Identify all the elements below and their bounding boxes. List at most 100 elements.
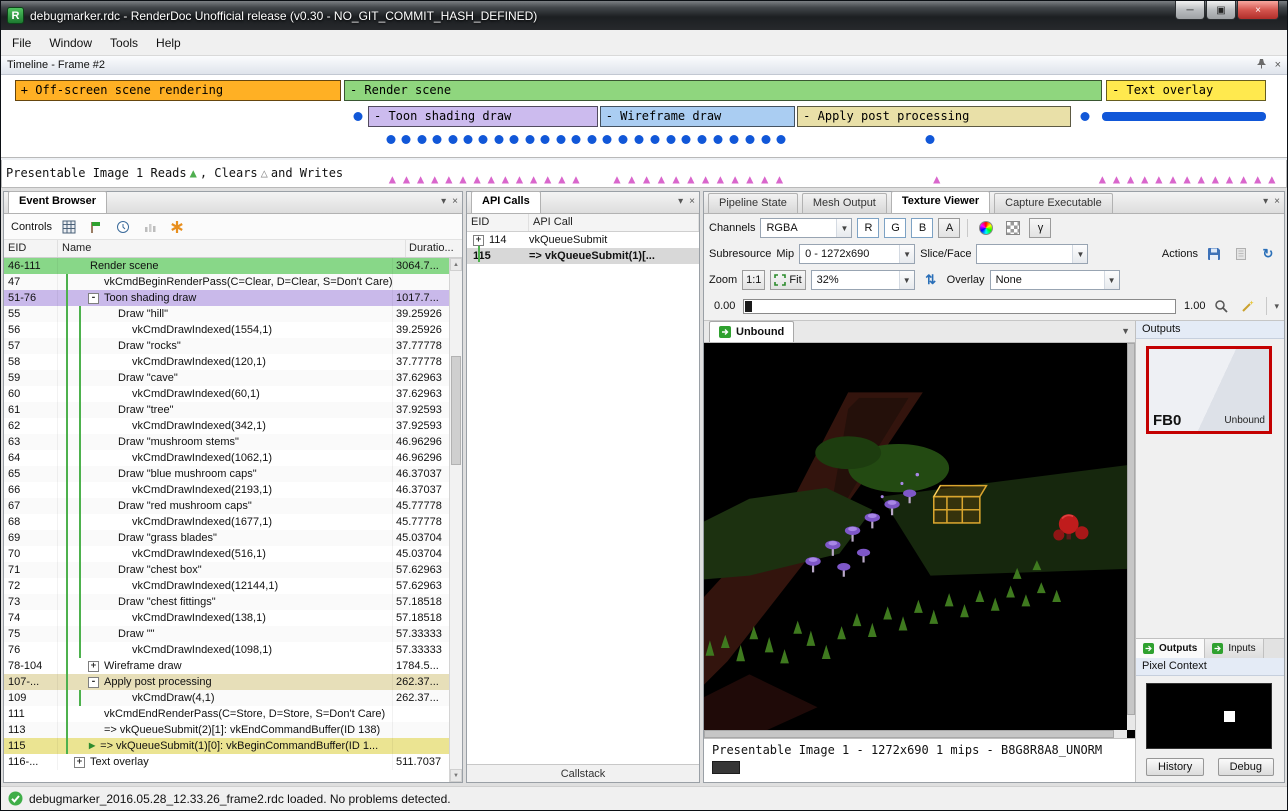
pixel-context-view[interactable] bbox=[1146, 683, 1272, 749]
event-row[interactable]: 107-...-Apply post processing262.37... bbox=[4, 674, 449, 690]
event-row[interactable]: 115▶=> vkQueueSubmit(1)[0]: vkBeginComma… bbox=[4, 738, 449, 754]
minimize-button[interactable]: ─ bbox=[1175, 1, 1205, 20]
write-marker-icon[interactable]: ▲ bbox=[1141, 172, 1148, 186]
event-row[interactable]: 71Draw "chest box"57.62963 bbox=[4, 562, 449, 578]
drawcall-dot[interactable] bbox=[448, 135, 457, 144]
drawcall-span[interactable] bbox=[1102, 112, 1265, 121]
tab-pipeline-state[interactable]: Pipeline State bbox=[708, 193, 798, 213]
write-marker-icon[interactable]: ▲ bbox=[544, 172, 551, 186]
write-marker-icon[interactable]: ▲ bbox=[417, 172, 424, 186]
texture-viewport[interactable] bbox=[704, 343, 1135, 738]
write-marker-icon[interactable]: ▲ bbox=[776, 172, 783, 186]
write-marker-icon[interactable]: ▲ bbox=[445, 172, 452, 186]
fb0-thumbnail[interactable]: FB0 Unbound bbox=[1146, 346, 1272, 434]
write-marker-icon[interactable]: ▲ bbox=[1184, 172, 1191, 186]
event-row[interactable]: 111vkCmdEndRenderPass(C=Store, D=Store, … bbox=[4, 706, 449, 722]
timeline-bar[interactable]: - Apply post processing bbox=[797, 106, 1070, 127]
time-draws-icon[interactable] bbox=[113, 217, 133, 237]
jump-to-event-icon[interactable] bbox=[86, 217, 106, 237]
alpha-background-icon[interactable] bbox=[1002, 218, 1024, 238]
event-row[interactable]: 63Draw "mushroom stems"46.96296 bbox=[4, 434, 449, 450]
drawcall-dot[interactable] bbox=[926, 135, 935, 144]
callstack-bar[interactable]: Callstack bbox=[467, 764, 699, 782]
event-row[interactable]: 74vkCmdDrawIndexed(138,1)57.18518 bbox=[4, 610, 449, 626]
drawcall-dot[interactable] bbox=[619, 135, 628, 144]
write-marker-icon[interactable]: ▲ bbox=[628, 172, 635, 186]
expander-icon[interactable]: + bbox=[88, 661, 99, 672]
titlebar[interactable]: R debugmarker.rdc - RenderDoc Unofficial… bbox=[1, 1, 1287, 30]
column-api-call[interactable]: API Call bbox=[529, 214, 699, 231]
write-marker-icon[interactable]: ▲ bbox=[502, 172, 509, 186]
drawcall-dot[interactable] bbox=[464, 135, 473, 144]
event-row[interactable]: 113=> vkQueueSubmit(2)[1]: vkEndCommandB… bbox=[4, 722, 449, 738]
write-marker-icon[interactable]: ▲ bbox=[687, 172, 694, 186]
timeline-bar[interactable]: - Wireframe draw bbox=[600, 106, 795, 127]
event-row[interactable]: 116-...+Text overlay511.7037 bbox=[4, 754, 449, 770]
write-marker-icon[interactable]: ▲ bbox=[717, 172, 724, 186]
api-row[interactable]: 115=> vkQueueSubmit(1)[... bbox=[467, 248, 699, 264]
zoom-1-1-button[interactable]: 1:1 bbox=[742, 270, 765, 290]
column-duration[interactable]: Duratio... bbox=[406, 240, 462, 257]
event-row[interactable]: 72vkCmdDrawIndexed(12144,1)57.62963 bbox=[4, 578, 449, 594]
event-row[interactable]: 109vkCmdDraw(4,1)262.37... bbox=[4, 690, 449, 706]
drawcall-dot[interactable] bbox=[479, 135, 488, 144]
event-row[interactable]: 68vkCmdDrawIndexed(1677,1)45.77778 bbox=[4, 514, 449, 530]
expander-icon[interactable]: - bbox=[88, 677, 99, 688]
event-row[interactable]: 57Draw "rocks"37.77778 bbox=[4, 338, 449, 354]
event-row[interactable]: 76vkCmdDrawIndexed(1098,1)57.33333 bbox=[4, 642, 449, 658]
menu-tools[interactable]: Tools bbox=[101, 32, 147, 54]
tab-texture-viewer[interactable]: Texture Viewer bbox=[891, 191, 990, 213]
timeline-bar[interactable]: - Toon shading draw bbox=[368, 106, 598, 127]
write-marker-icon[interactable]: ▲ bbox=[672, 172, 679, 186]
timeline-bar[interactable]: - Text overlay bbox=[1106, 80, 1266, 101]
write-marker-icon[interactable]: ▲ bbox=[1155, 172, 1162, 186]
drawcall-dot[interactable] bbox=[572, 135, 581, 144]
column-eid[interactable]: EID bbox=[4, 240, 58, 257]
write-marker-icon[interactable]: ▲ bbox=[933, 172, 940, 186]
pin-icon[interactable] bbox=[1256, 58, 1267, 72]
column-name[interactable]: Name bbox=[58, 240, 406, 257]
drawcall-dot[interactable] bbox=[729, 135, 738, 144]
viewport-hscrollbar[interactable] bbox=[704, 730, 1127, 738]
scrollbar-track[interactable] bbox=[450, 271, 462, 769]
event-row[interactable]: 66vkCmdDrawIndexed(2193,1)46.37037 bbox=[4, 482, 449, 498]
event-row[interactable]: 61Draw "tree"37.92593 bbox=[4, 402, 449, 418]
write-marker-icon[interactable]: ▲ bbox=[1254, 172, 1261, 186]
refresh-icon[interactable]: ↻ bbox=[1257, 244, 1279, 264]
autofit-wand-icon[interactable] bbox=[1237, 296, 1259, 316]
write-marker-icon[interactable]: ▲ bbox=[613, 172, 620, 186]
green-channel-button[interactable]: G bbox=[884, 218, 906, 238]
write-marker-icon[interactable]: ▲ bbox=[1240, 172, 1247, 186]
maximize-button[interactable]: ▣ bbox=[1206, 1, 1236, 20]
texture-tab-list-icon[interactable]: ▼ bbox=[1121, 326, 1130, 336]
drawcall-dot[interactable] bbox=[745, 135, 754, 144]
close-button[interactable]: × bbox=[1237, 1, 1279, 20]
scroll-up-icon[interactable]: ▲ bbox=[450, 258, 462, 271]
drawcall-dot[interactable] bbox=[698, 135, 707, 144]
drawcall-dot[interactable] bbox=[386, 135, 395, 144]
panel-menu-icon[interactable]: ▾ bbox=[441, 196, 446, 207]
write-marker-icon[interactable]: ▲ bbox=[1127, 172, 1134, 186]
write-marker-icon[interactable]: ▲ bbox=[761, 172, 768, 186]
drawcall-dot[interactable] bbox=[556, 135, 565, 144]
event-row[interactable]: 69Draw "grass blades"45.03704 bbox=[4, 530, 449, 546]
event-row[interactable]: 55Draw "hill"39.25926 bbox=[4, 306, 449, 322]
write-marker-icon[interactable]: ▲ bbox=[1099, 172, 1106, 186]
panel-close-icon[interactable]: × bbox=[1274, 196, 1280, 207]
drawcall-dot[interactable] bbox=[510, 135, 519, 144]
write-marker-icon[interactable]: ▲ bbox=[643, 172, 650, 186]
range-slider[interactable] bbox=[743, 299, 1176, 314]
scrollbar-thumb[interactable] bbox=[451, 356, 461, 466]
expander-icon[interactable]: + bbox=[473, 235, 484, 246]
write-marker-icon[interactable]: ▲ bbox=[530, 172, 537, 186]
texture-tab-current[interactable]: Unbound bbox=[709, 321, 794, 342]
channels-select[interactable]: RGBA▼ bbox=[760, 218, 852, 238]
debug-button[interactable]: Debug bbox=[1218, 758, 1274, 776]
drawcall-dot[interactable] bbox=[603, 135, 612, 144]
drawcall-dot[interactable] bbox=[761, 135, 770, 144]
panel-close-icon[interactable]: × bbox=[452, 196, 458, 207]
panel-close-icon[interactable]: × bbox=[689, 196, 695, 207]
event-row[interactable]: 59Draw "cave"37.62963 bbox=[4, 370, 449, 386]
range-slider-handle[interactable] bbox=[745, 301, 752, 312]
tab-mesh-output[interactable]: Mesh Output bbox=[802, 193, 887, 213]
